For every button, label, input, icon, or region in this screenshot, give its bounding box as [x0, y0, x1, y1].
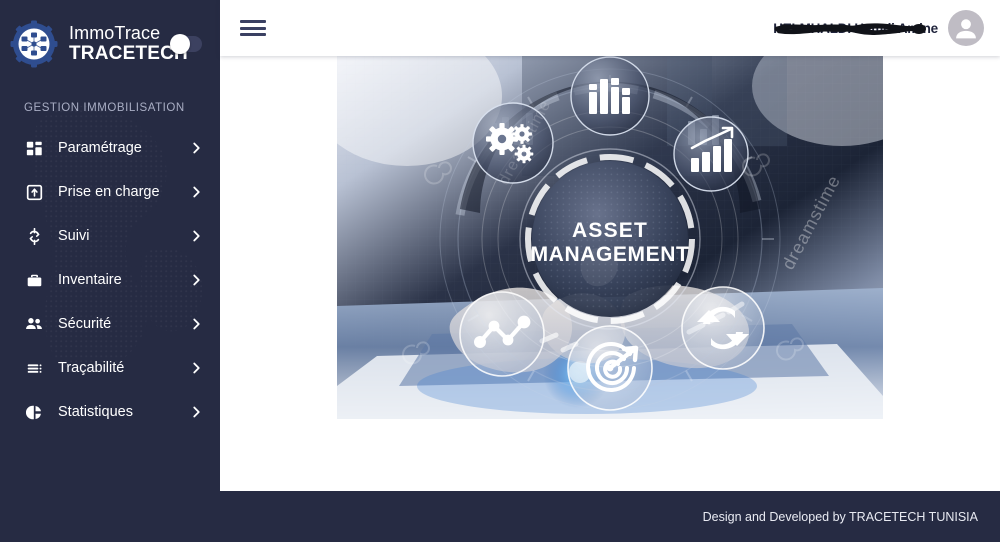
dashboard-grid-icon: [24, 138, 44, 158]
chevron-right-icon: [192, 142, 202, 154]
asset-management-hero-image: ASSET MANAGEMENT dreamstime dreamstime: [337, 56, 883, 419]
toggle-knob: [170, 34, 190, 54]
sidebar-item-tracabilite[interactable]: Traçabilité: [0, 346, 220, 390]
hamburger-menu-icon[interactable]: [240, 18, 266, 38]
main-area: HELMHALDI Hamdi Amine ASSET MANAGEMENT d…: [220, 0, 1000, 491]
sidebar-item-inventaire[interactable]: Inventaire: [0, 258, 220, 302]
user-name-wrap: HELMHALDI Hamdi Amine: [773, 17, 938, 39]
sidebar-item-label: Traçabilité: [58, 360, 125, 376]
footer: Design and Developed by TRACETECH TUNISI…: [220, 491, 1000, 542]
sidebar-item-statistiques[interactable]: Statistiques: [0, 390, 220, 434]
growth-chart-icon: [673, 116, 749, 192]
topbar: HELMHALDI Hamdi Amine: [220, 0, 1000, 56]
chevron-right-icon: [192, 406, 202, 418]
sidebar-collapse-toggle[interactable]: [170, 34, 202, 54]
sidebar-item-label: Suivi: [58, 228, 90, 244]
user-avatar-icon[interactable]: [948, 10, 984, 46]
user-name: HELMHALDI Hamdi Amine: [773, 20, 938, 36]
brand-header[interactable]: ImmoTrace TRACETECH: [0, 0, 220, 88]
upload-box-icon: [24, 182, 44, 202]
bar-chart-icon: [570, 56, 650, 136]
hamburger-bar: [240, 20, 266, 23]
chevron-right-icon: [192, 274, 202, 286]
briefcase-icon: [24, 270, 44, 290]
app-root: ImmoTrace TRACETECH GESTION IMMOBILISATI…: [0, 0, 1000, 542]
sidebar-item-label: Sécurité: [58, 316, 112, 332]
network-nodes-icon: [459, 291, 545, 377]
content-area: ASSET MANAGEMENT dreamstime dreamstime: [220, 56, 1000, 491]
sidebar-item-suivi[interactable]: Suivi: [0, 214, 220, 258]
refresh-cycle-icon: [24, 226, 44, 246]
chevron-right-icon: [192, 362, 202, 374]
sidebar-item-label: Prise en charge: [58, 184, 160, 200]
users-group-icon: [24, 314, 44, 334]
sidebar: ImmoTrace TRACETECH GESTION IMMOBILISATI…: [0, 0, 220, 542]
sidebar-item-label: Paramétrage: [58, 140, 142, 156]
user-area[interactable]: HELMHALDI Hamdi Amine: [773, 10, 984, 46]
sidebar-item-label: Statistiques: [58, 404, 133, 420]
gear-network-logo-icon: [10, 20, 58, 68]
hamburger-bar: [240, 33, 266, 36]
sidebar-item-parametrage[interactable]: Paramétrage: [0, 126, 220, 170]
sidebar-item-securite[interactable]: Sécurité: [0, 302, 220, 346]
chevron-right-icon: [192, 230, 202, 242]
pie-chart-icon: [24, 402, 44, 422]
chevron-right-icon: [192, 186, 202, 198]
footer-credit-text: Design and Developed by TRACETECH TUNISI…: [702, 509, 978, 524]
sidebar-nav: Paramétrage Prise en charge Suivi Invent…: [0, 124, 220, 434]
hero-title-line2: MANAGEMENT: [531, 243, 690, 266]
sync-refresh-icon: [681, 286, 765, 370]
sidebar-section-label: GESTION IMMOBILISATION: [24, 102, 185, 114]
chevron-right-icon: [192, 318, 202, 330]
list-lines-icon: [24, 358, 44, 378]
sidebar-item-label: Inventaire: [58, 272, 122, 288]
target-arrow-icon: [567, 325, 653, 411]
sidebar-item-prise-en-charge[interactable]: Prise en charge: [0, 170, 220, 214]
hamburger-bar: [240, 26, 266, 30]
hero-title-line1: ASSET: [572, 219, 648, 242]
